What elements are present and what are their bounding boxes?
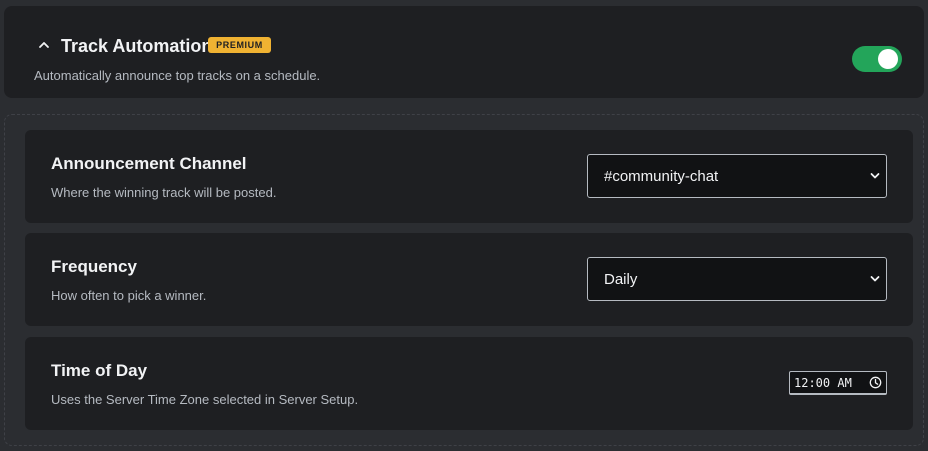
announcement-channel-label: Announcement Channel: [51, 154, 247, 173]
announcement-channel-select[interactable]: #community-chat: [587, 154, 887, 198]
track-automation-header: Track Automation PREMIUM Automatically a…: [4, 6, 924, 98]
time-of-day-row: Time of Day Uses the Server Time Zone se…: [25, 337, 913, 430]
time-of-day-label: Time of Day: [51, 361, 148, 380]
section-title: Track Automation: [61, 36, 213, 56]
announcement-channel-value: #community-chat: [604, 168, 719, 185]
frequency-label: Frequency: [51, 257, 137, 276]
section-subtitle: Automatically announce top tracks on a s…: [34, 68, 321, 83]
chevron-down-icon: [870, 276, 880, 282]
premium-badge: PREMIUM: [208, 37, 271, 53]
chevron-down-icon: [870, 173, 880, 179]
frequency-row: Frequency How often to pick a winner. Da…: [25, 233, 913, 326]
announcement-channel-description: Where the winning track will be posted.: [51, 185, 277, 200]
time-of-day-input[interactable]: 12:00 AM: [789, 371, 887, 395]
toggle-knob: [878, 49, 898, 69]
chevron-up-icon[interactable]: [38, 39, 50, 51]
announcement-channel-row: Announcement Channel Where the winning t…: [25, 130, 913, 223]
clock-icon[interactable]: [869, 376, 882, 389]
frequency-value: Daily: [604, 271, 638, 288]
track-automation-toggle[interactable]: [852, 46, 902, 72]
settings-panel: Announcement Channel Where the winning t…: [4, 114, 924, 446]
time-of-day-value: 12:00 AM: [794, 376, 852, 390]
time-of-day-description: Uses the Server Time Zone selected in Se…: [51, 392, 359, 407]
frequency-description: How often to pick a winner.: [51, 288, 207, 303]
frequency-select[interactable]: Daily: [587, 257, 887, 301]
